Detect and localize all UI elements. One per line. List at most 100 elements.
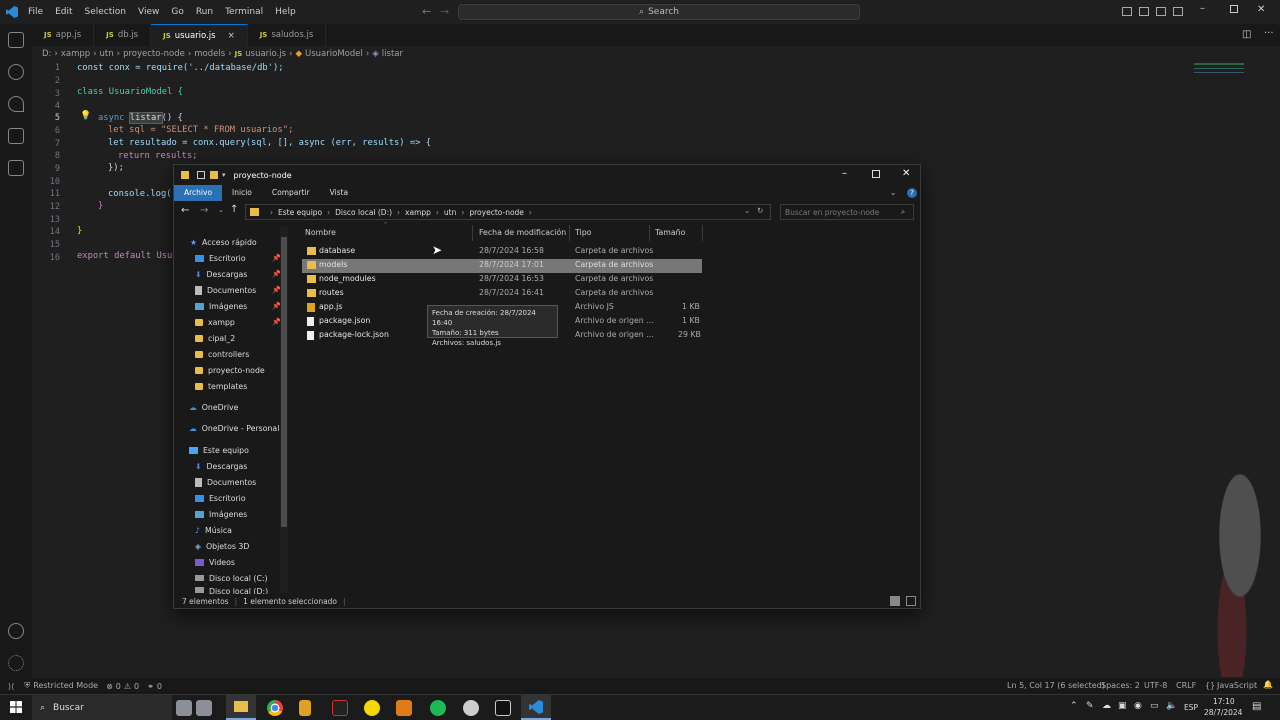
explorer-icon[interactable]: [8, 32, 24, 48]
app-circle-icon[interactable]: [364, 700, 380, 716]
run-debug-icon[interactable]: [8, 128, 24, 144]
gear-icon[interactable]: [8, 655, 24, 671]
nav-item-descargas[interactable]: ⬇ Descargas: [195, 267, 247, 281]
tab-close-icon[interactable]: ×: [228, 31, 235, 41]
ribbon-tab-archivo[interactable]: Archivo: [174, 185, 223, 201]
tab-usuario-js[interactable]: JS usuario.js ×: [151, 24, 248, 46]
breadcrumb-item[interactable]: utn: [100, 49, 114, 59]
close-icon[interactable]: ✕: [1257, 4, 1265, 15]
menu-edit[interactable]: Edit: [49, 0, 78, 24]
details-view-icon[interactable]: [890, 596, 900, 606]
breadcrumb-item[interactable]: listar: [382, 49, 403, 59]
tray-chevron-icon[interactable]: ⌃: [1070, 701, 1078, 711]
nav-item-onedrive-personal[interactable]: ☁ OneDrive - Personal: [189, 421, 279, 435]
column-divider[interactable]: [702, 225, 703, 241]
column-header-date[interactable]: Fecha de modificación: [479, 228, 566, 237]
nav-item-imagenes-pc[interactable]: Imágenes: [195, 507, 247, 521]
lightbulb-icon[interactable]: 💡: [80, 111, 91, 121]
nav-item-proyecto-node[interactable]: proyecto-node: [195, 363, 265, 377]
file-row[interactable]: database 28/7/2024 16:58 Carpeta de arch…: [302, 245, 702, 259]
nav-item-este-equipo[interactable]: Este equipo: [189, 443, 249, 457]
nav-item-quick-access[interactable]: ★ Acceso rápido: [190, 235, 257, 249]
column-divider[interactable]: [569, 225, 570, 241]
nav-item-cipal-2[interactable]: cipal_2: [195, 331, 235, 345]
nav-item-escritorio[interactable]: Escritorio: [195, 251, 246, 265]
new-folder-icon[interactable]: [210, 171, 218, 179]
account-icon[interactable]: [8, 623, 24, 639]
tray-app-icon[interactable]: ▣: [1118, 701, 1127, 711]
menu-view[interactable]: View: [132, 0, 165, 24]
explorer-search-input[interactable]: Buscar en proyecto-node ⌕: [780, 204, 914, 220]
line-ending[interactable]: CRLF: [1176, 681, 1196, 690]
city-widget-icon[interactable]: [176, 700, 192, 716]
split-editor-icon[interactable]: ◫: [1242, 29, 1251, 40]
nav-item-documentos[interactable]: Documentos: [195, 283, 256, 297]
up-arrow-icon[interactable]: ↑: [230, 204, 238, 215]
tray-cloud-icon[interactable]: ☁: [1102, 701, 1111, 711]
file-row[interactable]: routes 28/7/2024 16:41 Carpeta de archiv…: [302, 287, 702, 301]
recent-locations-icon[interactable]: ⌄: [218, 206, 224, 214]
encoding[interactable]: UTF-8: [1144, 681, 1167, 690]
windows-start-icon[interactable]: [10, 701, 22, 713]
nav-item-disco-c[interactable]: Disco local (C:): [195, 571, 268, 585]
minimap[interactable]: [1194, 63, 1244, 87]
nav-item-objetos-3d[interactable]: ◈ Objetos 3D: [195, 539, 249, 553]
nav-item-descargas-pc[interactable]: ⬇ Descargas: [195, 459, 247, 473]
tray-network-icon[interactable]: ◉: [1134, 701, 1142, 711]
large-icons-view-icon[interactable]: [906, 596, 916, 606]
clock-date[interactable]: 28/7/2024: [1204, 708, 1242, 717]
restricted-mode-indicator[interactable]: ⛨ Restricted Mode: [24, 681, 98, 691]
language-mode[interactable]: JavaScript: [1217, 681, 1257, 690]
tab-saludos-js[interactable]: JS saludos.js: [248, 24, 327, 46]
menu-run[interactable]: Run: [190, 0, 219, 24]
ribbon-tab-compartir[interactable]: Compartir: [262, 185, 320, 201]
help-icon[interactable]: ?: [907, 188, 917, 198]
toggle-panel-icon[interactable]: [1139, 7, 1149, 16]
column-header-name[interactable]: Nombre: [305, 228, 336, 237]
quick-access-dropdown-icon[interactable]: ▾: [222, 171, 226, 179]
app-icon[interactable]: [332, 700, 348, 716]
city-widget-icon[interactable]: [196, 700, 212, 716]
ribbon-tab-vista[interactable]: Vista: [320, 185, 359, 201]
breadcrumb-item[interactable]: xampp: [61, 49, 90, 59]
tab-db-js[interactable]: JS db.js: [94, 24, 152, 46]
indentation[interactable]: Spaces: 2: [1101, 681, 1140, 690]
properties-icon[interactable]: [197, 171, 205, 179]
notifications-icon[interactable]: 🔔: [1263, 680, 1273, 689]
nav-item-imagenes[interactable]: Imágenes: [195, 299, 247, 313]
remote-icon[interactable]: ⟩⟨: [8, 682, 14, 691]
close-icon[interactable]: ✕: [902, 168, 910, 179]
nav-scrollbar-thumb[interactable]: [281, 237, 287, 527]
back-arrow-icon[interactable]: ←: [422, 5, 431, 18]
extensions-icon[interactable]: [8, 160, 24, 176]
volume-icon[interactable]: 🔈: [1166, 701, 1177, 711]
address-dropdown-icon[interactable]: ⌄: [744, 206, 750, 215]
xampp-icon[interactable]: [396, 700, 412, 716]
breadcrumb-item[interactable]: UsuarioModel: [305, 49, 363, 59]
ports-indicator[interactable]: ⚭ 0: [147, 682, 162, 691]
more-actions-icon[interactable]: ···: [1264, 28, 1274, 39]
terminal-icon[interactable]: [495, 700, 511, 716]
nav-item-xampp[interactable]: xampp: [195, 315, 235, 329]
breadcrumb-item[interactable]: D:: [42, 49, 51, 59]
file-row[interactable]: node_modules 28/7/2024 16:53 Carpeta de …: [302, 273, 702, 287]
maximize-icon[interactable]: [1230, 5, 1238, 13]
address-crumb[interactable]: Disco local (D:): [335, 208, 392, 217]
menu-go[interactable]: Go: [165, 0, 189, 24]
nav-item-escritorio-pc[interactable]: Escritorio: [195, 491, 246, 505]
nav-scrollbar[interactable]: [280, 227, 288, 593]
breadcrumb-item[interactable]: usuario.js: [245, 49, 286, 59]
nav-item-templates[interactable]: templates: [195, 379, 247, 393]
menu-help[interactable]: Help: [269, 0, 302, 24]
file-explorer-taskbar-button[interactable]: [226, 695, 256, 720]
language-indicator[interactable]: ESP: [1184, 703, 1198, 712]
menu-terminal[interactable]: Terminal: [219, 0, 269, 24]
menu-selection[interactable]: Selection: [79, 0, 132, 24]
minimize-icon[interactable]: –: [842, 168, 847, 179]
ribbon-tab-inicio[interactable]: Inicio: [222, 185, 262, 201]
address-bar[interactable]: › Este equipo › Disco local (D:) › xampp › …: [245, 204, 771, 220]
forward-arrow-icon[interactable]: →: [200, 205, 208, 216]
sublime-icon[interactable]: [299, 700, 311, 716]
tab-app-js[interactable]: JS app.js: [32, 24, 95, 46]
nav-item-videos[interactable]: Videos: [195, 555, 235, 569]
